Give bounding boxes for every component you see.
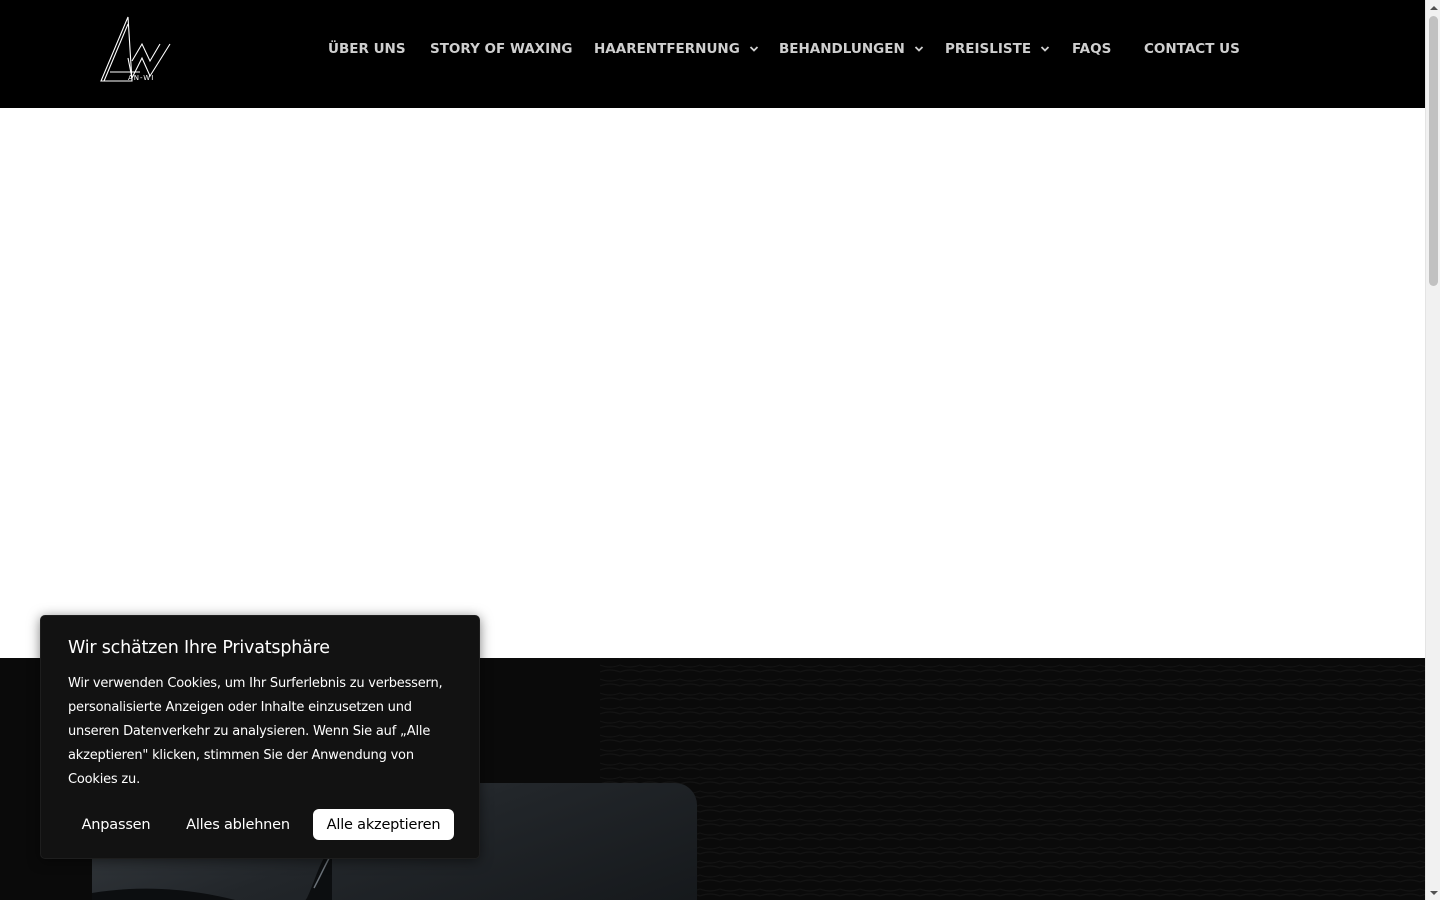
chevron-down-icon (1040, 44, 1050, 54)
nav-item-behandlungen[interactable]: BEHANDLUNGEN (779, 38, 924, 60)
scrollbar-thumb[interactable] (1429, 16, 1438, 286)
site-header: AN-WI ÜBER UNS STORY OF WAXING HAARENTFE… (0, 0, 1425, 108)
chevron-down-icon (749, 44, 759, 54)
scroll-down-icon[interactable] (1426, 885, 1440, 900)
nav-item-label: ÜBER UNS (328, 41, 406, 57)
nav-item-label: FAQS (1072, 41, 1112, 57)
logo-text: AN-WI (128, 74, 155, 82)
cookie-consent-banner: Wir schätzen Ihre Privatsphäre Wir verwe… (40, 615, 480, 859)
hero-section (0, 108, 1425, 658)
nav-item-label: PREISLISTE (945, 41, 1032, 57)
nav-item-label: BEHANDLUNGEN (779, 41, 905, 57)
nav-item-contact-us[interactable]: CONTACT US (1144, 38, 1240, 60)
nav-item-faqs[interactable]: FAQS (1072, 38, 1111, 60)
scroll-up-icon[interactable] (1426, 0, 1440, 15)
cookie-banner-text: Wir verwenden Cookies, um Ihr Surferlebn… (68, 676, 443, 787)
nav-item-label: CONTACT US (1144, 41, 1240, 57)
nav-item-preisliste[interactable]: PREISLISTE (945, 38, 1050, 60)
wave-pattern-background (600, 658, 1425, 897)
accept-all-button[interactable]: Alle akzeptieren (313, 809, 454, 840)
customize-button[interactable]: Anpassen (68, 809, 164, 840)
cookie-banner-title: Wir schätzen Ihre Privatsphäre (68, 638, 330, 658)
nav-item-ueber-uns[interactable]: ÜBER UNS (328, 38, 406, 60)
nav-item-label: STORY OF WAXING (430, 41, 573, 57)
nav-item-story-of-waxing[interactable]: STORY OF WAXING (430, 38, 572, 60)
chevron-down-icon (914, 44, 924, 54)
reject-all-button[interactable]: Alles ablehnen (173, 809, 303, 840)
nav-item-haarentfernung[interactable]: HAARENTFERNUNG (594, 38, 759, 60)
nav-item-label: HAARENTFERNUNG (594, 41, 740, 57)
page-scrollbar[interactable] (1425, 0, 1440, 900)
